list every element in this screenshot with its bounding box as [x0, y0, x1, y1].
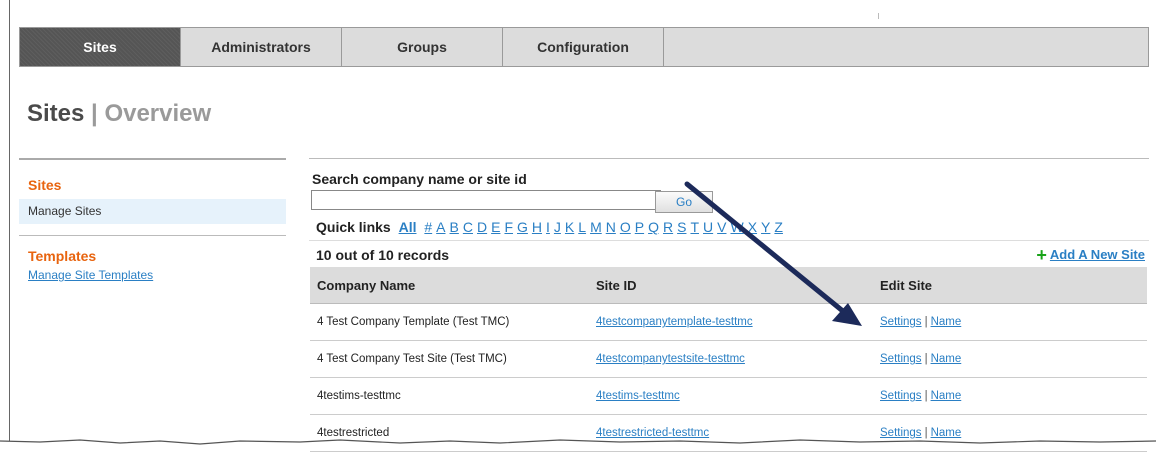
quick-link-letter[interactable]: I [546, 219, 550, 235]
name-link[interactable]: Name [931, 316, 962, 328]
tab-groups[interactable]: Groups [342, 28, 503, 66]
top-tick-mark [878, 13, 879, 19]
sites-table: Company Name Site ID Edit Site 4 Test Co… [310, 267, 1147, 452]
site-id-link[interactable]: 4testims-testtmc [596, 390, 680, 402]
quick-link-letter[interactable]: H [532, 219, 542, 235]
name-link[interactable]: Name [931, 353, 962, 365]
cell-site-id: 4testcompanytemplate-testtmc [589, 303, 873, 341]
plus-icon: + [1036, 244, 1047, 265]
quick-link-letter[interactable]: N [606, 219, 616, 235]
quick-link-letter[interactable]: R [663, 219, 673, 235]
sidebar-heading-templates: Templates [28, 248, 97, 264]
quick-link-all[interactable]: All [399, 219, 417, 235]
cell-company-name: 4 Test Company Test Site (Test TMC) [310, 340, 589, 378]
cell-company-name: 4 Test Company Template (Test TMC) [310, 303, 589, 341]
cell-site-id: 4testims-testtmc [589, 377, 873, 415]
quick-link-letter[interactable]: Y [761, 219, 770, 235]
quick-link-letter[interactable]: E [491, 219, 500, 235]
main-top-rule [309, 158, 1149, 159]
table-row: 4 Test Company Test Site (Test TMC) 4test… [310, 340, 1147, 378]
quick-link-letter[interactable]: W [730, 219, 743, 235]
sidebar: Sites Manage Sites Templates Manage Site… [19, 158, 286, 282]
quick-link-letter[interactable]: M [590, 219, 602, 235]
record-count: 10 out of 10 records [316, 247, 450, 263]
quick-link-letter[interactable]: X [748, 219, 757, 235]
page-title: Sites | Overview [27, 100, 211, 128]
site-id-link[interactable]: 4testcompanytemplate-testtmc [596, 316, 753, 328]
cell-site-id: 4testcompanytestsite-testtmc [589, 340, 873, 378]
page-title-sub: Overview [104, 100, 212, 127]
table-row: 4 Test Company Template (Test TMC) 4testc… [310, 303, 1147, 341]
quick-link-letter[interactable]: G [517, 219, 528, 235]
search-row: Go [309, 190, 1149, 214]
cell-edit-site: Settings | Name [873, 303, 1147, 341]
link-separator: | [924, 316, 928, 328]
quick-links: Quick links All # A B C D E F G H I J K L M N O P Q R S T U V W… [316, 219, 1149, 235]
records-bar: 10 out of 10 records + Add A New Site [309, 240, 1149, 265]
link-separator: | [924, 353, 928, 365]
quick-link-letter[interactable]: Z [774, 219, 783, 235]
cell-edit-site: Settings | Name [873, 377, 1147, 415]
quick-link-letter[interactable]: K [565, 219, 574, 235]
quick-link-letter[interactable]: C [463, 219, 473, 235]
quick-link-letter[interactable]: A [436, 219, 445, 235]
sidebar-item-manage-sites[interactable]: Manage Sites [19, 199, 286, 224]
search-label: Search company name or site id [312, 171, 527, 187]
quick-link-letter[interactable]: J [554, 219, 561, 235]
column-header-site-id[interactable]: Site ID [589, 267, 873, 304]
quick-link-letter[interactable]: T [690, 219, 699, 235]
add-new-site-link[interactable]: + Add A New Site [1036, 244, 1145, 265]
quick-link-letter[interactable]: O [620, 219, 631, 235]
site-id-link[interactable]: 4testcompanytestsite-testtmc [596, 353, 745, 365]
page-title-main: Sites [27, 100, 85, 127]
quick-link-letter[interactable]: # [424, 219, 432, 235]
quick-link-letter[interactable]: L [578, 219, 586, 235]
sidebar-heading-sites: Sites [28, 177, 62, 193]
page-title-separator: | [91, 100, 98, 127]
tab-administrators[interactable]: Administrators [181, 28, 342, 66]
quick-link-letter[interactable]: F [504, 219, 513, 235]
tab-sites[interactable]: Sites [20, 28, 181, 66]
sidebar-link-manage-site-templates[interactable]: Manage Site Templates [19, 264, 286, 282]
main-tab-bar: Sites Administrators Groups Configuratio… [19, 27, 1149, 67]
cell-company-name: 4testims-testtmc [310, 377, 589, 415]
quick-link-letter[interactable]: Q [648, 219, 659, 235]
main-content: Search company name or site id Go Quick … [309, 158, 1149, 452]
quick-link-letter[interactable]: U [703, 219, 713, 235]
column-header-edit-site: Edit Site [873, 267, 1147, 304]
settings-link[interactable]: Settings [880, 316, 922, 328]
settings-link[interactable]: Settings [880, 390, 922, 402]
search-input[interactable] [311, 190, 661, 210]
quick-link-letter[interactable]: V [717, 219, 726, 235]
quick-link-letter[interactable]: S [677, 219, 686, 235]
quick-link-letter[interactable]: D [477, 219, 487, 235]
go-button[interactable]: Go [655, 191, 713, 213]
tab-configuration[interactable]: Configuration [503, 28, 664, 66]
name-link[interactable]: Name [931, 390, 962, 402]
quick-links-label: Quick links [316, 219, 391, 235]
add-new-site-label: Add A New Site [1049, 247, 1145, 262]
quick-link-letter[interactable]: B [450, 219, 459, 235]
settings-link[interactable]: Settings [880, 353, 922, 365]
column-header-company[interactable]: Company Name [310, 267, 589, 304]
table-row: 4testims-testtmc 4testims-testtmc Settings… [310, 377, 1147, 415]
left-border [9, 0, 10, 450]
torn-edge [0, 439, 1156, 450]
quick-link-letter[interactable]: P [635, 219, 644, 235]
cell-edit-site: Settings | Name [873, 340, 1147, 378]
link-separator: | [924, 390, 928, 402]
table-header-row: Company Name Site ID Edit Site [310, 267, 1147, 304]
